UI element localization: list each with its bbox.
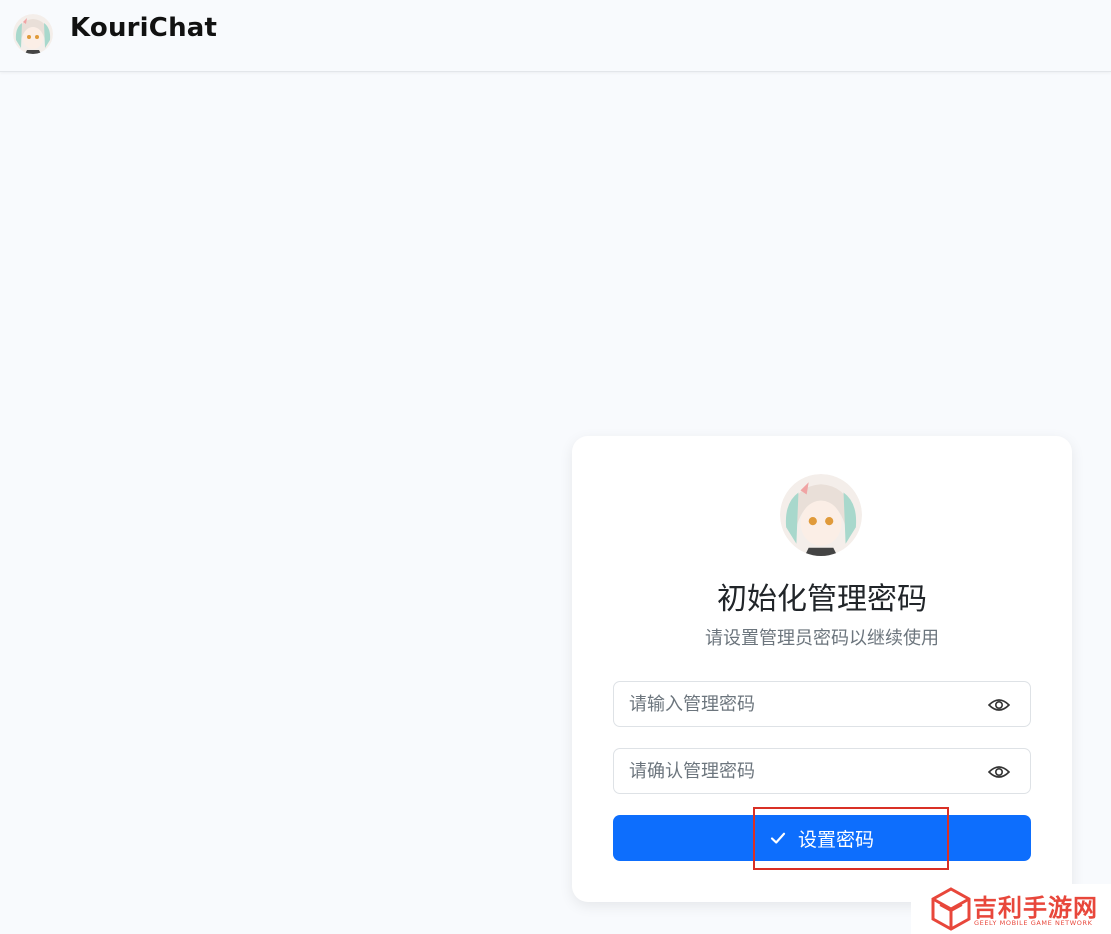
confirm-password-input[interactable] bbox=[614, 749, 989, 793]
password-field bbox=[613, 681, 1031, 727]
avatar-icon bbox=[780, 474, 862, 556]
confirm-password-field bbox=[613, 748, 1031, 794]
page-title: 初始化管理密码 bbox=[717, 582, 927, 617]
page-subtitle: 请设置管理员密码以继续使用 bbox=[705, 628, 939, 649]
eye-icon[interactable] bbox=[987, 762, 1011, 782]
highlight-box bbox=[753, 807, 949, 870]
watermark: 吉利手游网 GEELY MOBILE GAME NETWORK bbox=[911, 884, 1111, 934]
top-navbar: KouriChat bbox=[0, 0, 1111, 72]
cube-logo-icon bbox=[931, 887, 971, 931]
watermark-subtext: GEELY MOBILE GAME NETWORK bbox=[974, 919, 1093, 927]
watermark-text: 吉利手游网 bbox=[973, 894, 1098, 922]
brand-title: KouriChat bbox=[70, 13, 218, 43]
eye-icon[interactable] bbox=[987, 695, 1011, 715]
password-input[interactable] bbox=[614, 682, 989, 726]
avatar-icon bbox=[13, 14, 53, 54]
